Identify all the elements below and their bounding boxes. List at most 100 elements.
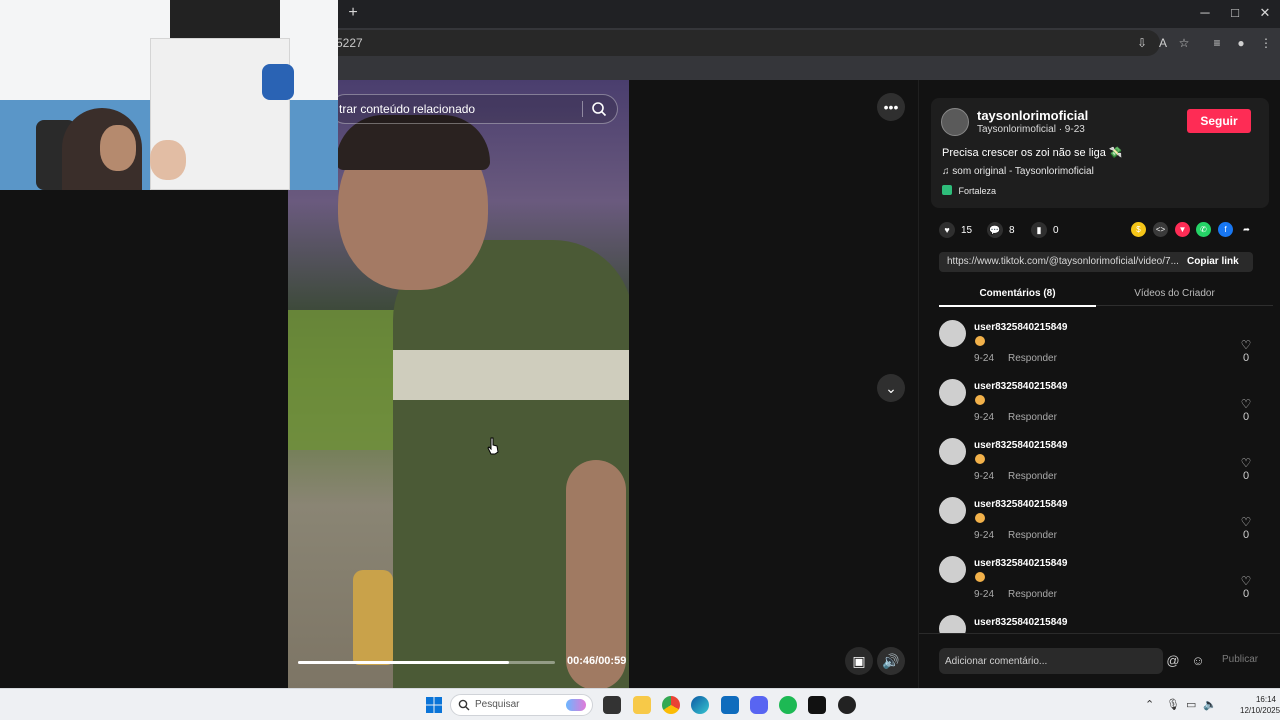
bookmark-star-icon[interactable]: ☆	[1176, 35, 1192, 51]
tray-chevron-up-icon[interactable]: ⌃	[1145, 698, 1154, 711]
tab-creator-videos[interactable]: Vídeos do Criador	[1096, 288, 1253, 299]
new-tab-button[interactable]: +	[344, 4, 362, 22]
address-bar[interactable]: 5227	[230, 30, 1160, 56]
video-frame-arm	[566, 460, 626, 688]
system-clock[interactable]: 16:14 12/10/2025	[1240, 694, 1280, 716]
profile-icon[interactable]: ●	[1233, 35, 1249, 51]
creator-username[interactable]: taysonlorimoficial	[977, 108, 1088, 123]
mention-icon[interactable]: @	[1165, 653, 1181, 669]
commenter-username[interactable]: user8325840215849	[974, 558, 1067, 569]
heart-icon: ♥	[939, 222, 955, 238]
commenter-avatar[interactable]	[939, 320, 966, 347]
taskbar-search[interactable]: Pesquisar	[450, 694, 593, 716]
comment-stat[interactable]: 💬 8	[987, 222, 1015, 238]
task-view-icon[interactable]	[603, 696, 621, 714]
like-count: 15	[961, 225, 973, 236]
volume-icon[interactable]: 🔊	[877, 647, 905, 675]
close-window-button[interactable]: ✕	[1250, 4, 1280, 22]
comment-item: user8325840215849 9-24 Responder ♡ 0	[939, 320, 1273, 379]
commenter-avatar[interactable]	[939, 438, 966, 465]
like-stat[interactable]: ♥ 15	[939, 222, 972, 238]
commenter-username[interactable]: user8325840215849	[974, 499, 1067, 510]
publish-button[interactable]: Publicar	[1222, 654, 1258, 665]
send-to-friend-icon[interactable]: ▼	[1175, 222, 1190, 237]
reply-button[interactable]: Responder	[1008, 530, 1057, 541]
comment-heart-icon[interactable]: ♡	[1239, 456, 1253, 470]
tab-comments[interactable]: Comentários (8)	[939, 288, 1096, 307]
discord-icon[interactable]	[750, 696, 768, 714]
creator-avatar[interactable]	[941, 108, 969, 136]
video-link[interactable]: https://www.tiktok.com/@taysonlorimofici…	[947, 256, 1179, 267]
bf-app-icon[interactable]	[808, 696, 826, 714]
maximize-button[interactable]: □	[1220, 4, 1250, 22]
comment-count: 8	[1009, 225, 1015, 236]
file-explorer-icon[interactable]	[633, 696, 651, 714]
emoji-icon[interactable]: ☺	[1190, 653, 1206, 669]
commenter-avatar[interactable]	[939, 379, 966, 406]
save-stat[interactable]: ▮ 0	[1031, 222, 1059, 238]
taskbar: Pesquisar ⌃ 🎙 ▭ 🔈 16:14 12/10/2025	[0, 688, 1280, 720]
outlook-icon[interactable]	[721, 696, 739, 714]
install-app-icon[interactable]: ⇩	[1134, 35, 1150, 51]
commenter-username[interactable]: user8325840215849	[974, 617, 1067, 628]
translate-icon[interactable]: A	[1155, 35, 1171, 51]
record-app-icon[interactable]	[838, 696, 856, 714]
location-tag[interactable]: Fortaleza	[942, 185, 996, 196]
save-count: 0	[1053, 225, 1059, 236]
video-progress-bar[interactable]	[298, 661, 555, 664]
video-player[interactable]	[288, 80, 629, 688]
minimize-button[interactable]: ─	[1190, 4, 1220, 22]
music-line[interactable]: ♫ som original - Taysonlorimoficial	[942, 166, 1094, 177]
network-icon[interactable]: ▭	[1186, 698, 1196, 711]
search-icon[interactable]	[591, 101, 607, 117]
comment-heart-icon[interactable]: ♡	[1239, 574, 1253, 588]
comment-composer: @ ☺ Publicar	[919, 633, 1280, 688]
comment-like-count: 0	[1242, 352, 1250, 364]
webcam-baby	[150, 140, 186, 180]
coin-share-icon[interactable]: $	[1131, 222, 1146, 237]
commenter-avatar[interactable]	[939, 615, 966, 633]
embed-code-icon[interactable]: <>	[1153, 222, 1168, 237]
creator-card: taysonlorimoficial Taysonlorimoficial · …	[931, 98, 1269, 208]
commenter-avatar[interactable]	[939, 556, 966, 583]
reading-list-icon[interactable]: ≡	[1209, 35, 1225, 51]
spotify-icon[interactable]	[779, 696, 797, 714]
whatsapp-icon[interactable]: ✆	[1196, 222, 1211, 237]
speaker-icon[interactable]: 🔈	[1203, 698, 1217, 711]
microphone-icon[interactable]: 🎙	[1166, 698, 1180, 711]
video-link-row: https://www.tiktok.com/@taysonlorimofici…	[939, 252, 1253, 272]
location-pin-icon	[942, 185, 952, 195]
share-arrow-icon[interactable]: ➦	[1239, 222, 1254, 237]
comment-bubble-icon: 💬	[987, 222, 1003, 238]
commenter-username[interactable]: user8325840215849	[974, 440, 1067, 451]
commenter-avatar[interactable]	[939, 497, 966, 524]
copy-link-button[interactable]: Copiar link	[1187, 256, 1239, 267]
commenter-username[interactable]: user8325840215849	[974, 381, 1067, 392]
chrome-icon[interactable]	[662, 696, 680, 714]
video-caption: Precisa crescer os zoi não se liga 💸	[942, 147, 1123, 159]
comment-input[interactable]	[939, 648, 1163, 674]
reply-button[interactable]: Responder	[1008, 353, 1057, 364]
browser-menu-icon[interactable]: ⋮	[1258, 35, 1274, 51]
reply-button[interactable]: Responder	[1008, 471, 1057, 482]
facebook-icon[interactable]: f	[1218, 222, 1233, 237]
windows-start-icon[interactable]	[426, 697, 442, 713]
reply-button[interactable]: Responder	[1008, 412, 1057, 423]
comment-heart-icon[interactable]: ♡	[1239, 515, 1253, 529]
related-content-search[interactable]: trar conteúdo relacionado	[330, 94, 618, 124]
comment-item: user8325840215849 9-24 Responder ♡ 0	[939, 497, 1273, 556]
comment-item: user8325840215849	[939, 615, 1273, 633]
comments-list: user8325840215849 9-24 Responder ♡ 0 use…	[939, 320, 1273, 633]
more-options-icon[interactable]: •••	[877, 93, 905, 121]
comment-heart-icon[interactable]: ♡	[1239, 338, 1253, 352]
commenter-username[interactable]: user8325840215849	[974, 322, 1067, 333]
search-divider	[582, 101, 583, 117]
follow-button[interactable]: Seguir	[1187, 109, 1251, 133]
comment-like-count: 0	[1242, 470, 1250, 482]
next-video-chevron-down-icon[interactable]: ⌄	[877, 374, 905, 402]
reply-button[interactable]: Responder	[1008, 589, 1057, 600]
edge-icon[interactable]	[691, 696, 709, 714]
comment-heart-icon[interactable]: ♡	[1239, 397, 1253, 411]
floating-player-icon[interactable]: ▣	[845, 647, 873, 675]
clock-date: 12/10/2025	[1240, 706, 1280, 715]
